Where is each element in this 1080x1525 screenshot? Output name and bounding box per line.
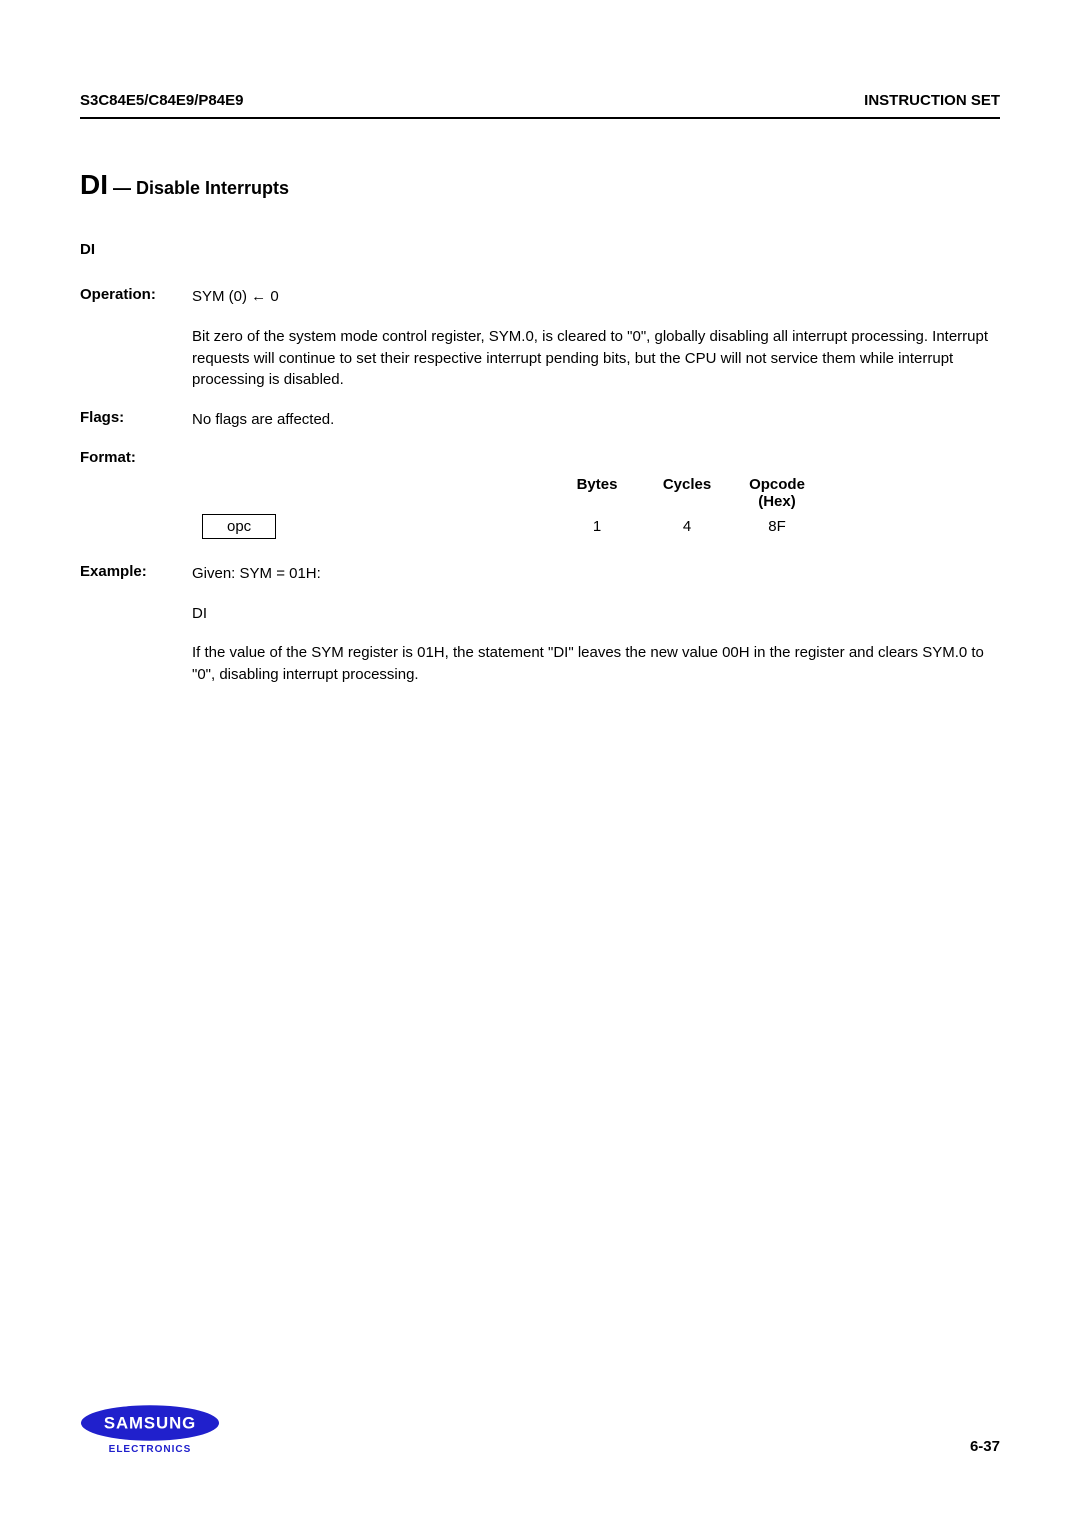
format-data-row: opc 1 4 8F [192,518,1000,535]
opcode-header-line2: (Hex) [732,493,822,510]
example-description: If the value of the SYM register is 01H,… [192,642,1000,686]
samsung-logo-icon: SAMSUNG [80,1404,220,1442]
logo-container: SAMSUNG ELECTRONICS [80,1404,220,1455]
operation-description: Bit zero of the system mode control regi… [192,326,1000,391]
opcode-value: 8F [732,518,822,535]
page-footer: SAMSUNG ELECTRONICS 6-37 [80,1404,1000,1455]
example-instruction: DI [192,603,1000,625]
operation-section: Operation: SYM (0) ← 0 Bit zero of the s… [80,286,1000,391]
col-cycles-header: Cycles [642,476,732,510]
col-bytes-header: Bytes [552,476,642,510]
example-section: Example: Given: SYM = 01H: DI If the val… [80,563,1000,686]
header-left: S3C84E5/C84E9/P84E9 [80,92,243,109]
page-number: 6-37 [970,1438,1000,1455]
svg-text:SAMSUNG: SAMSUNG [104,1414,196,1433]
opc-container: opc [192,518,552,535]
format-table: Bytes Cycles Opcode (Hex) opc 1 4 8F [192,476,1000,535]
bytes-value: 1 [552,518,642,535]
electronics-text: ELECTRONICS [109,1444,192,1455]
format-label: Format: [80,449,192,466]
mnemonic-line: DI [80,241,1000,258]
format-section: Format: [80,449,1000,466]
opcode-header-line1: Opcode [732,476,822,493]
title-mnemonic: DI [80,169,108,200]
operation-label: Operation: [80,286,192,391]
operation-expression: SYM (0) ← 0 [192,286,1000,308]
format-header-row: Bytes Cycles Opcode (Hex) [192,476,1000,510]
page-header: S3C84E5/C84E9/P84E9 INSTRUCTION SET [80,92,1000,119]
example-label: Example: [80,563,192,686]
flags-label: Flags: [80,409,192,431]
operation-content: SYM (0) ← 0 Bit zero of the system mode … [192,286,1000,391]
header-right: INSTRUCTION SET [864,92,1000,109]
example-content: Given: SYM = 01H: DI If the value of the… [192,563,1000,686]
example-given: Given: SYM = 01H: [192,563,1000,585]
flags-text: No flags are affected. [192,409,1000,431]
flags-section: Flags: No flags are affected. [80,409,1000,431]
cycles-value: 4 [642,518,732,535]
format-spacer [192,476,552,510]
instruction-title: DI — Disable Interrupts [80,169,1000,201]
opc-box: opc [202,514,276,539]
title-description: Disable Interrupts [136,178,289,198]
title-separator: — [108,178,136,198]
col-opcode-header: Opcode (Hex) [732,476,822,510]
